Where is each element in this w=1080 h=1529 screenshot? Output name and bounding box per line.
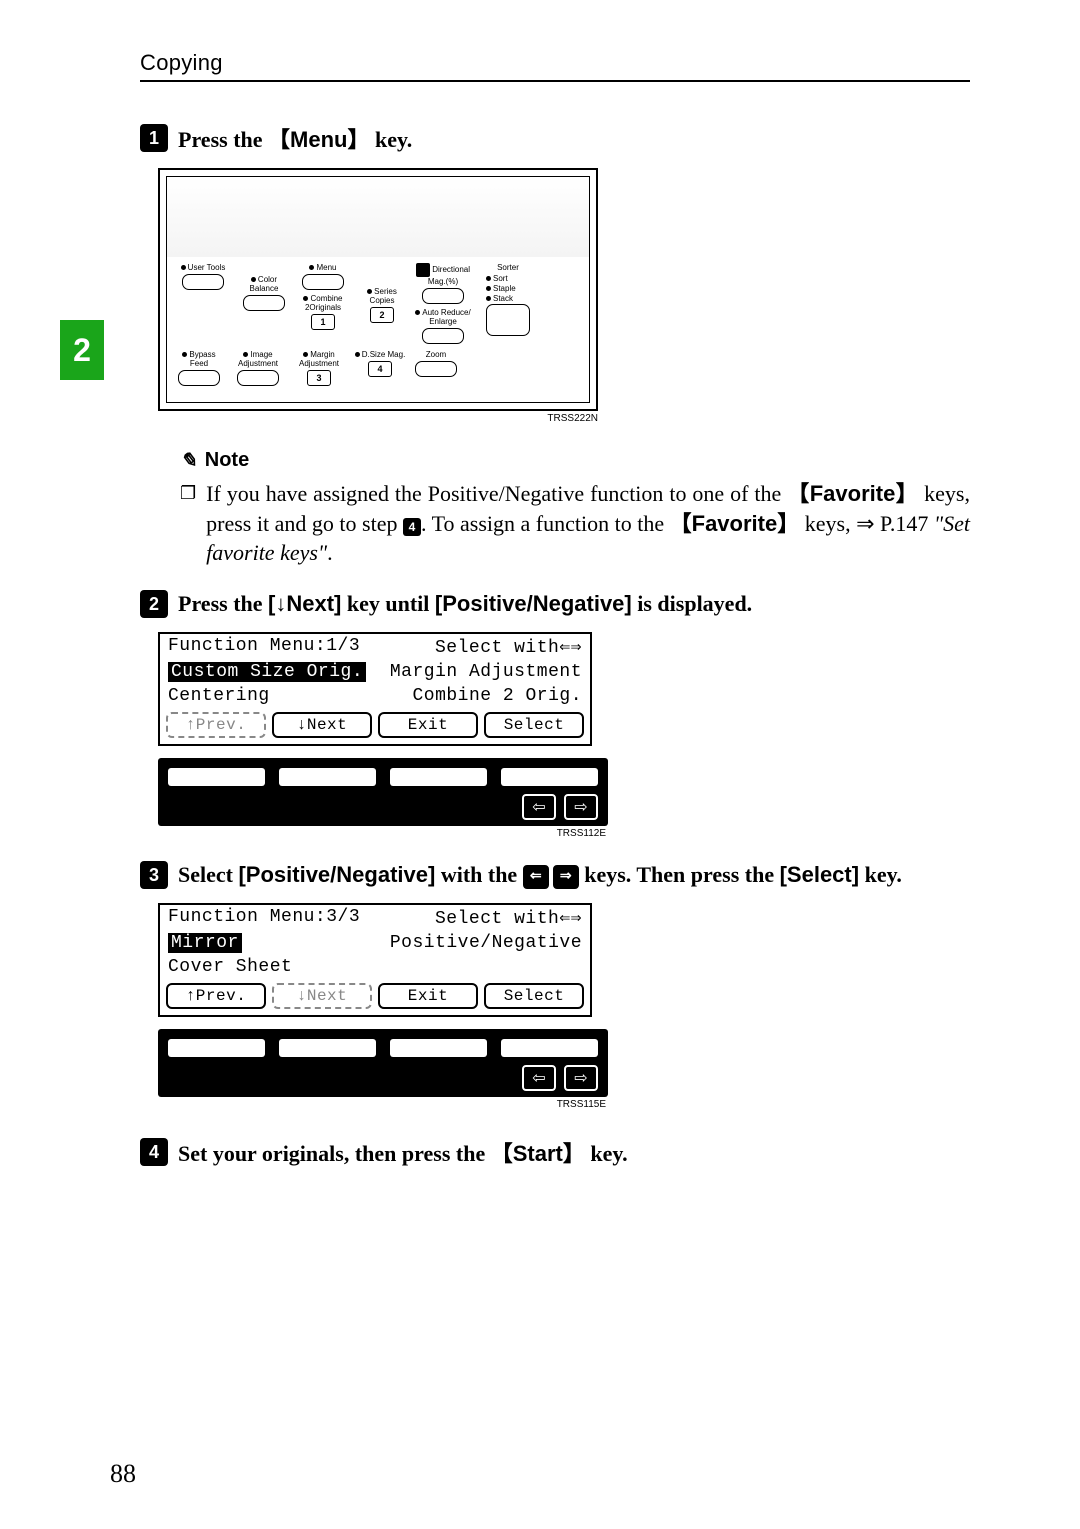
softkey-1b[interactable] xyxy=(168,1039,265,1057)
lcd1-exit-button[interactable]: Exit xyxy=(378,712,478,738)
softkey-2b[interactable] xyxy=(279,1039,376,1057)
lcd1-select-button[interactable]: Select xyxy=(484,712,584,738)
step-ref-badge: 4 xyxy=(403,518,421,536)
step-1-text-after: key. xyxy=(370,127,413,152)
start-key-label: 【Start】 xyxy=(491,1141,585,1166)
softkey-strip-1: ⇦ ⇨ xyxy=(158,758,608,826)
left-arrow-key-b[interactable]: ⇦ xyxy=(522,1065,556,1091)
num-2-button[interactable]: 2 xyxy=(370,307,394,323)
pencil-icon: ✎ xyxy=(180,448,197,473)
lcd1-item-margin-adjust[interactable]: Margin Adjustment xyxy=(390,662,582,682)
lcd2-item-positive-negative[interactable]: Positive/Negative xyxy=(390,933,582,953)
dsize-mag-label: D.Size Mag. xyxy=(362,350,406,359)
bypass-feed-label: Bypass Feed xyxy=(189,350,215,368)
step-number-4: 4 xyxy=(140,1138,168,1166)
note-heading: ✎ Note xyxy=(180,448,970,473)
step-3: 3 Select [Positive/Negative] with the ⇐⇒… xyxy=(140,861,970,1110)
step-4-text: Set your originals, then press the 【Star… xyxy=(178,1136,628,1168)
softkey-1[interactable] xyxy=(168,768,265,786)
page-number: 88 xyxy=(110,1459,136,1489)
chapter-tab: 2 xyxy=(60,320,104,380)
lcd2-title-right: Select with⇐⇒ xyxy=(435,907,582,929)
figure-code-3: TRSS115E xyxy=(158,1099,606,1110)
right-arrow-key-b[interactable]: ⇨ xyxy=(564,1065,598,1091)
sort-label: Sort xyxy=(493,274,508,283)
softkey-4b[interactable] xyxy=(501,1039,598,1057)
section-header: Copying xyxy=(140,50,970,80)
softkey-3b[interactable] xyxy=(390,1039,487,1057)
lcd-screen-1: Function Menu:1/3 Select with⇐⇒ Custom S… xyxy=(158,632,592,746)
zoom-button[interactable] xyxy=(415,361,457,377)
softkey-4[interactable] xyxy=(501,768,598,786)
menu-button[interactable] xyxy=(302,274,344,290)
left-arrow-key[interactable]: ⇦ xyxy=(522,794,556,820)
lcd1-prev-button: ↑Prev. xyxy=(166,712,266,738)
sorter-label: Sorter xyxy=(497,263,519,272)
lcd1-item-centering[interactable]: Centering xyxy=(168,686,270,706)
step-number-3: 3 xyxy=(140,861,168,889)
note-bullet-icon: ❐ xyxy=(180,479,196,568)
softkey-2[interactable] xyxy=(279,768,376,786)
auto-reduce-label: Auto Reduce/ Enlarge xyxy=(422,308,470,326)
figure-code-1: TRSS222N xyxy=(158,413,598,424)
zoom-label: Zoom xyxy=(426,350,446,359)
right-arrow-key[interactable]: ⇨ xyxy=(564,794,598,820)
directional-mag-button[interactable] xyxy=(422,288,464,304)
lcd1-item-custom-size[interactable]: Custom Size Orig. xyxy=(168,662,366,682)
step-1-text: Press the 【Menu】 key. xyxy=(178,122,412,154)
staple-label: Staple xyxy=(493,284,516,293)
note-text-2: . To assign a function to the 【Favorite】… xyxy=(421,511,934,536)
lcd1-item-combine[interactable]: Combine 2 Orig. xyxy=(412,686,582,706)
figure-code-2: TRSS112E xyxy=(158,828,606,839)
step-4: 4 Set your originals, then press the 【St… xyxy=(140,1136,970,1168)
lcd1-next-button[interactable]: ↓Next xyxy=(272,712,372,738)
lcd2-exit-button[interactable]: Exit xyxy=(378,983,478,1009)
step-4-text-after: key. xyxy=(585,1141,628,1166)
num-1-button[interactable]: 1 xyxy=(311,314,335,330)
softkey-3[interactable] xyxy=(390,768,487,786)
num-3-button[interactable]: 3 xyxy=(307,370,331,386)
softkey-strip-2: ⇦ ⇨ xyxy=(158,1029,608,1097)
series-copies-label: Series Copies xyxy=(370,287,397,305)
step-2: 2 Press the [↓Next] key until [Positive/… xyxy=(140,590,970,839)
bypass-feed-button[interactable] xyxy=(178,370,220,386)
note-text-3: . xyxy=(327,540,333,565)
lcd2-next-button: ↓Next xyxy=(272,983,372,1009)
user-tools-button[interactable] xyxy=(182,274,224,290)
lcd-screen-2: Function Menu:3/3 Select with⇐⇒ Mirror P… xyxy=(158,903,592,1017)
directional-mag-label: Directional Mag.(%) xyxy=(428,265,470,286)
lcd1-title-right: Select with⇐⇒ xyxy=(435,636,582,658)
step-1: 1 Press the 【Menu】 key. User Tools xyxy=(140,122,970,568)
step-number-1: 1 xyxy=(140,124,168,152)
note-body: ❐ If you have assigned the Positive/Nega… xyxy=(180,479,970,568)
step-number-2: 2 xyxy=(140,590,168,618)
step-3-text: Select [Positive/Negative] with the ⇐⇒ k… xyxy=(178,862,902,889)
user-tools-label: User Tools xyxy=(188,263,226,272)
menu-label: Menu xyxy=(316,263,336,272)
color-balance-button[interactable] xyxy=(243,295,285,311)
num-4-button[interactable]: 4 xyxy=(368,361,392,377)
image-adjust-button[interactable] xyxy=(237,370,279,386)
step-1-text-before: Press the xyxy=(178,127,268,152)
sorter-button[interactable] xyxy=(486,304,530,336)
lcd2-item-mirror[interactable]: Mirror xyxy=(168,933,242,953)
control-panel-illustration: User Tools Color Balance Menu Combine 2O… xyxy=(158,168,598,424)
lcd2-prev-button[interactable]: ↑Prev. xyxy=(166,983,266,1009)
lcd2-title-left: Function Menu:3/3 xyxy=(168,907,360,929)
menu-key-label: 【Menu】 xyxy=(268,127,369,152)
combine-label: Combine 2Originals xyxy=(305,294,343,312)
lcd1-title-left: Function Menu:1/3 xyxy=(168,636,360,658)
note-heading-text: Note xyxy=(205,449,249,472)
lcd2-item-cover-sheet[interactable]: Cover Sheet xyxy=(168,957,292,977)
step-2-text: Press the [↓Next] key until [Positive/Ne… xyxy=(178,591,752,617)
stack-label: Stack xyxy=(493,294,513,303)
arrow-keys-icon: ⇐⇒ xyxy=(523,865,579,889)
auto-reduce-button[interactable] xyxy=(422,328,464,344)
step-4-text-before: Set your originals, then press the xyxy=(178,1141,491,1166)
header-rule xyxy=(140,80,970,82)
lcd2-select-button[interactable]: Select xyxy=(484,983,584,1009)
